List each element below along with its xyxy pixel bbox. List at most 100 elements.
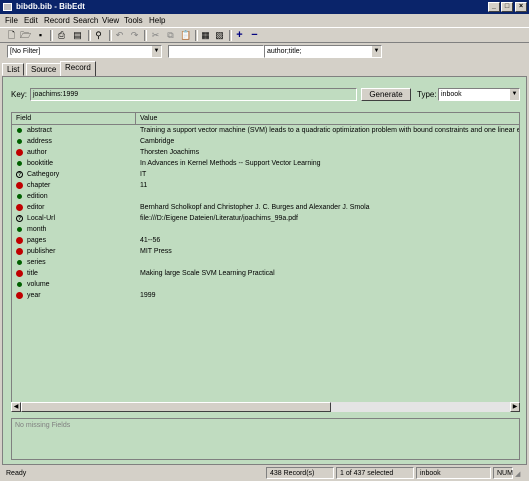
table-row[interactable]: address Cambridge — [12, 136, 519, 147]
field-name: series — [27, 259, 46, 266]
table-row[interactable]: publisher MIT Press — [12, 246, 519, 257]
field-name: edition — [27, 193, 48, 200]
redo-icon[interactable]: ↷ — [129, 30, 140, 41]
save-icon[interactable]: ▪ — [35, 30, 46, 41]
chevron-down-icon[interactable]: ▼ — [151, 46, 161, 57]
table-row[interactable]: editor Bernhard Scholkopf and Christopher… — [12, 202, 519, 213]
field-name: year — [27, 292, 41, 299]
table-row[interactable]: year 1999 — [12, 290, 519, 301]
column-header-field[interactable]: Field — [12, 113, 136, 124]
menu-search[interactable]: Search — [73, 16, 98, 25]
table-header: Field Value — [12, 113, 519, 125]
cut-icon[interactable]: ✂ — [150, 30, 161, 41]
title-bar[interactable]: bibdb.bib - BibEdt _ □ × — [0, 0, 529, 14]
print-preview-icon[interactable]: ▤ — [72, 30, 83, 41]
type-label: Type: — [417, 90, 437, 99]
scroll-right-icon[interactable]: ▶ — [510, 402, 520, 412]
filter-select[interactable]: [No Filter] ▼ — [7, 45, 162, 58]
search-field-value: author;title; — [267, 48, 302, 55]
horizontal-scrollbar[interactable]: ◀ ▶ — [11, 402, 520, 412]
field-value[interactable]: Thorsten Joachims — [140, 147, 199, 158]
field-value[interactable]: IT — [140, 169, 146, 180]
import-icon[interactable]: ▧ — [214, 30, 225, 41]
app-icon[interactable] — [3, 3, 12, 11]
menu-record[interactable]: Record — [44, 16, 70, 25]
table-row[interactable]: title Making large Scale SVM Learning Pra… — [12, 268, 519, 279]
tab-list[interactable]: List — [2, 63, 25, 76]
search-input[interactable] — [168, 45, 264, 58]
table-row[interactable]: author Thorsten Joachims — [12, 147, 519, 158]
field-value[interactable]: 11 — [140, 180, 147, 191]
field-value[interactable]: Cambridge — [140, 136, 174, 147]
missing-fields-panel: No missing Fields — [11, 418, 520, 460]
search-field-select[interactable]: author;title; ▼ — [264, 45, 382, 58]
status-bar: Ready 438 Record(s) 1 of 437 selected in… — [0, 466, 529, 480]
field-value[interactable]: Making large Scale SVM Learning Practica… — [140, 268, 275, 279]
chevron-down-icon[interactable]: ▼ — [509, 89, 519, 100]
field-name: volume — [27, 281, 50, 288]
table-row[interactable]: month — [12, 224, 519, 235]
required-field-icon — [16, 292, 23, 299]
tab-record[interactable]: Record — [60, 61, 96, 77]
menu-view[interactable]: View — [102, 16, 119, 25]
field-value[interactable]: Training a support vector machine (SVM) … — [140, 125, 519, 136]
menu-edit[interactable]: Edit — [24, 16, 38, 25]
menu-tools[interactable]: Tools — [124, 16, 143, 25]
table-row[interactable]: volume — [12, 279, 519, 290]
close-button[interactable]: × — [515, 2, 527, 12]
field-value[interactable]: 41--56 — [140, 235, 160, 246]
table-row[interactable]: abstract Training a support vector machin… — [12, 125, 519, 136]
field-name: booktitle — [27, 160, 54, 167]
open-icon[interactable]: 🗁 — [20, 30, 31, 41]
required-field-icon — [16, 237, 23, 244]
scroll-left-icon[interactable]: ◀ — [11, 402, 21, 412]
status-type: inbook — [416, 467, 491, 479]
type-select[interactable]: inbook ▼ — [438, 88, 520, 101]
table-row[interactable]: ? Cathegory IT — [12, 169, 519, 180]
field-name: title — [27, 270, 38, 277]
column-header-value[interactable]: Value — [136, 113, 519, 124]
add-record-button[interactable]: + — [234, 30, 245, 41]
optional-field-icon — [16, 127, 23, 134]
table-row[interactable]: pages 41--56 — [12, 235, 519, 246]
required-field-icon — [16, 248, 23, 255]
field-value[interactable]: file:///D:/Eigene Dateien/Literatur/joac… — [140, 213, 298, 224]
fields-table[interactable]: Field Value abstract Training a support v… — [11, 112, 520, 412]
copy-icon[interactable]: ⧉ — [165, 30, 176, 41]
key-input[interactable]: joachims:1999 — [30, 88, 357, 101]
find-icon[interactable]: ⚲ — [93, 30, 104, 41]
optional-field-icon — [16, 259, 23, 266]
scrollbar-thumb[interactable] — [21, 402, 331, 412]
field-value[interactable]: Bernhard Scholkopf and Christopher J. C.… — [140, 202, 370, 213]
table-row[interactable]: booktitle In Advances in Kernel Methods -… — [12, 158, 519, 169]
field-value[interactable]: 1999 — [140, 290, 156, 301]
field-name: address — [27, 138, 52, 145]
paste-icon[interactable]: 📋 — [180, 30, 191, 41]
table-row[interactable]: ? Local-Url file:///D:/Eigene Dateien/Lite… — [12, 213, 519, 224]
menu-file[interactable]: File — [5, 16, 18, 25]
table-row[interactable]: edition — [12, 191, 519, 202]
tab-source[interactable]: Source — [26, 63, 62, 76]
new-icon[interactable]: 🗋 — [6, 30, 17, 41]
field-value[interactable]: In Advances in Kernel Methods -- Support… — [140, 158, 321, 169]
toolbar: 🗋 🗁 ▪ ⎙ ▤ ⚲ ↶ ↷ ✂ ⧉ 📋 ▦ ▧ + − — [0, 27, 529, 43]
undo-icon[interactable]: ↶ — [114, 30, 125, 41]
status-num: NUM — [493, 467, 513, 479]
field-value[interactable]: MIT Press — [140, 246, 172, 257]
maximize-button[interactable]: □ — [501, 2, 513, 12]
toolbar-separator — [88, 30, 91, 41]
print-icon[interactable]: ⎙ — [56, 30, 67, 41]
resize-grip-icon[interactable]: ◢ — [515, 469, 527, 479]
generate-button[interactable]: Generate — [361, 88, 411, 101]
key-label: Key: — [11, 90, 28, 99]
delete-record-button[interactable]: − — [249, 30, 260, 41]
export-icon[interactable]: ▦ — [200, 30, 211, 41]
field-name: publisher — [27, 248, 56, 255]
menu-help[interactable]: Help — [149, 16, 165, 25]
chevron-down-icon[interactable]: ▼ — [371, 46, 381, 57]
table-row[interactable]: series — [12, 257, 519, 268]
field-name: month — [27, 226, 47, 233]
minimize-button[interactable]: _ — [488, 2, 500, 12]
optional-field-icon — [16, 138, 23, 145]
table-row[interactable]: chapter 11 — [12, 180, 519, 191]
